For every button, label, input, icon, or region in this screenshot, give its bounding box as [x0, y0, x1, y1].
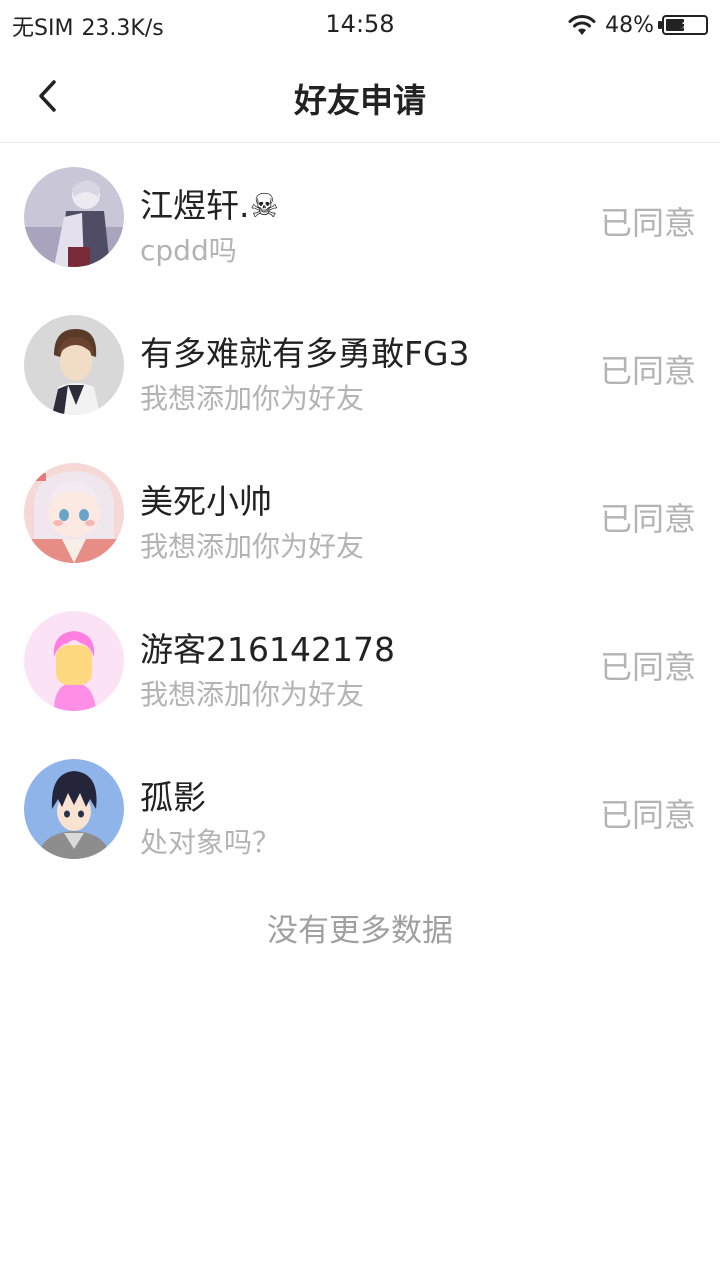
- request-status: 已同意: [599, 796, 696, 834]
- status-right: 48% ⚡: [567, 8, 708, 42]
- request-message: cpdd吗: [140, 234, 237, 267]
- charging-bolt-icon: ⚡: [680, 17, 690, 33]
- wifi-icon: [567, 13, 597, 37]
- request-status: 已同意: [599, 204, 696, 242]
- request-status: 已同意: [599, 352, 696, 390]
- request-item[interactable]: 江煜轩.☠ cpdd吗 已同意: [0, 143, 720, 291]
- request-message: 我想添加你为好友: [140, 678, 365, 711]
- requester-name: 孤影: [140, 778, 206, 817]
- battery-percent: 48%: [605, 12, 654, 38]
- status-bar: 无SIM 23.3K/s 14:58 48% ⚡: [0, 0, 720, 50]
- request-item[interactable]: 美死小帅 我想添加你为好友 已同意: [0, 439, 720, 587]
- avatar[interactable]: [24, 167, 124, 267]
- requester-name: 美死小帅: [140, 482, 272, 521]
- nav-bar: 好友申请: [0, 50, 720, 143]
- battery-charging-icon: ⚡: [658, 15, 708, 35]
- avatar[interactable]: [24, 611, 124, 711]
- requester-name: 江煜轩.☠: [140, 186, 280, 225]
- request-status: 已同意: [599, 648, 696, 686]
- avatar[interactable]: [24, 463, 124, 563]
- request-item[interactable]: 有多难就有多勇敢FG3 我想添加你为好友 已同意: [0, 291, 720, 439]
- request-item[interactable]: 游客216142178 我想添加你为好友 已同意: [0, 587, 720, 735]
- request-message: 我想添加你为好友: [140, 382, 365, 415]
- no-more-data-label: 没有更多数据: [267, 913, 453, 949]
- avatar[interactable]: [24, 759, 124, 859]
- friend-request-list: 江煜轩.☠ cpdd吗 已同意 有多难就有多勇敢FG3 我想添加你为好友 已同意: [0, 143, 720, 883]
- request-message: 处对象吗？: [140, 826, 281, 859]
- page-title: 好友申请: [294, 81, 426, 120]
- request-message: 我想添加你为好友: [140, 530, 365, 563]
- request-item[interactable]: 孤影 处对象吗？ 已同意: [0, 735, 720, 883]
- avatar[interactable]: [24, 315, 124, 415]
- requester-name: 有多难就有多勇敢FG3: [140, 334, 470, 373]
- requester-name: 游客216142178: [140, 630, 395, 669]
- request-status: 已同意: [599, 500, 696, 538]
